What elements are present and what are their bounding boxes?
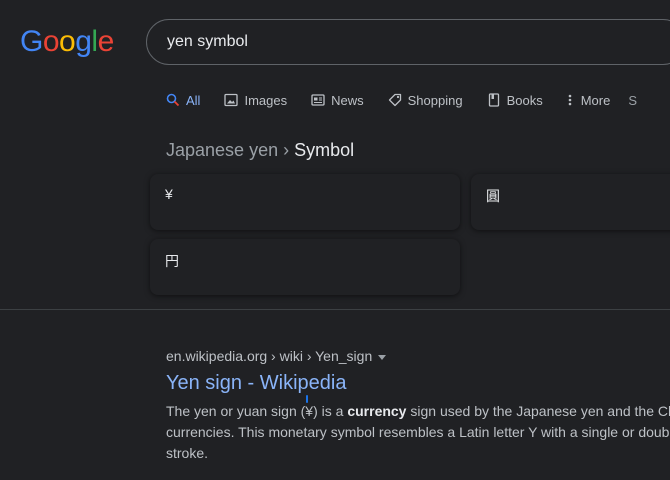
more-vert-icon: [567, 93, 575, 107]
tab-more[interactable]: More: [567, 90, 611, 110]
section-divider: [0, 309, 670, 310]
tab-label: Shopping: [407, 92, 463, 108]
tag-icon: [388, 93, 402, 107]
tab-label: Images: [244, 92, 288, 108]
snippet-text: The yen or yuan sign (: [166, 403, 306, 419]
book-icon: [487, 93, 501, 107]
logo-letter: o: [59, 25, 76, 58]
snippet-bold: currency: [347, 403, 407, 419]
search-tabs: All Images News Shopping Books More S: [166, 90, 661, 110]
snippet-text: stroke.: [166, 445, 209, 461]
image-icon: [224, 93, 239, 107]
search-box[interactable]: [146, 19, 670, 65]
logo-letter: G: [20, 25, 43, 58]
breadcrumb-parent[interactable]: Japanese yen: [166, 140, 278, 160]
search-icon: [166, 93, 180, 107]
symbol-glyph: 圓: [486, 188, 500, 204]
symbol-glyph: 円: [165, 253, 179, 269]
snippet-text: ) is a: [313, 403, 348, 419]
tab-label: Books: [506, 92, 543, 108]
tab-label: S: [628, 92, 637, 108]
symbol-card-yuan-traditional[interactable]: 圓: [471, 174, 670, 230]
result-url: en.wikipedia.org › wiki › Yen_sign: [166, 348, 373, 364]
snippet-yen-symbol: ¥: [305, 395, 313, 422]
symbol-card-yen[interactable]: ¥: [150, 174, 460, 230]
breadcrumb-current: Symbol: [294, 140, 355, 160]
logo-letter: o: [42, 25, 60, 58]
result-title-link[interactable]: Yen sign - Wikipedia: [166, 369, 670, 397]
tab-shopping[interactable]: Shopping: [388, 90, 463, 110]
breadcrumb-separator: ›: [283, 140, 290, 160]
tab-all[interactable]: All: [166, 90, 200, 110]
search-result: en.wikipedia.org › wiki › Yen_sign Yen s…: [166, 345, 670, 464]
snippet-text: currencies. This monetary symbol resembl…: [166, 424, 670, 440]
result-cite[interactable]: en.wikipedia.org › wiki › Yen_sign: [166, 345, 670, 367]
google-logo[interactable]: Google: [20, 24, 114, 60]
tab-label: More: [580, 92, 611, 108]
logo-letter: g: [75, 25, 92, 58]
result-snippet: The yen or yuan sign (¥) is a currency s…: [166, 395, 670, 464]
search-input[interactable]: [167, 31, 647, 53]
breadcrumb: Japanese yen › Symbol: [166, 140, 354, 161]
tab-news[interactable]: News: [311, 90, 364, 110]
caret-down-icon[interactable]: [378, 354, 387, 360]
tab-books[interactable]: Books: [487, 90, 543, 110]
snippet-text: sign used by the Japanese yen and the Ch…: [406, 403, 670, 419]
news-icon: [311, 93, 325, 107]
symbol-glyph: ¥: [165, 186, 173, 202]
logo-letter: e: [97, 25, 115, 58]
tab-label: All: [186, 92, 201, 108]
tab-settings-partial[interactable]: S: [628, 90, 637, 110]
tab-images[interactable]: Images: [224, 90, 287, 110]
tab-label: News: [331, 92, 364, 108]
symbol-card-en-kanji[interactable]: 円: [150, 239, 460, 295]
